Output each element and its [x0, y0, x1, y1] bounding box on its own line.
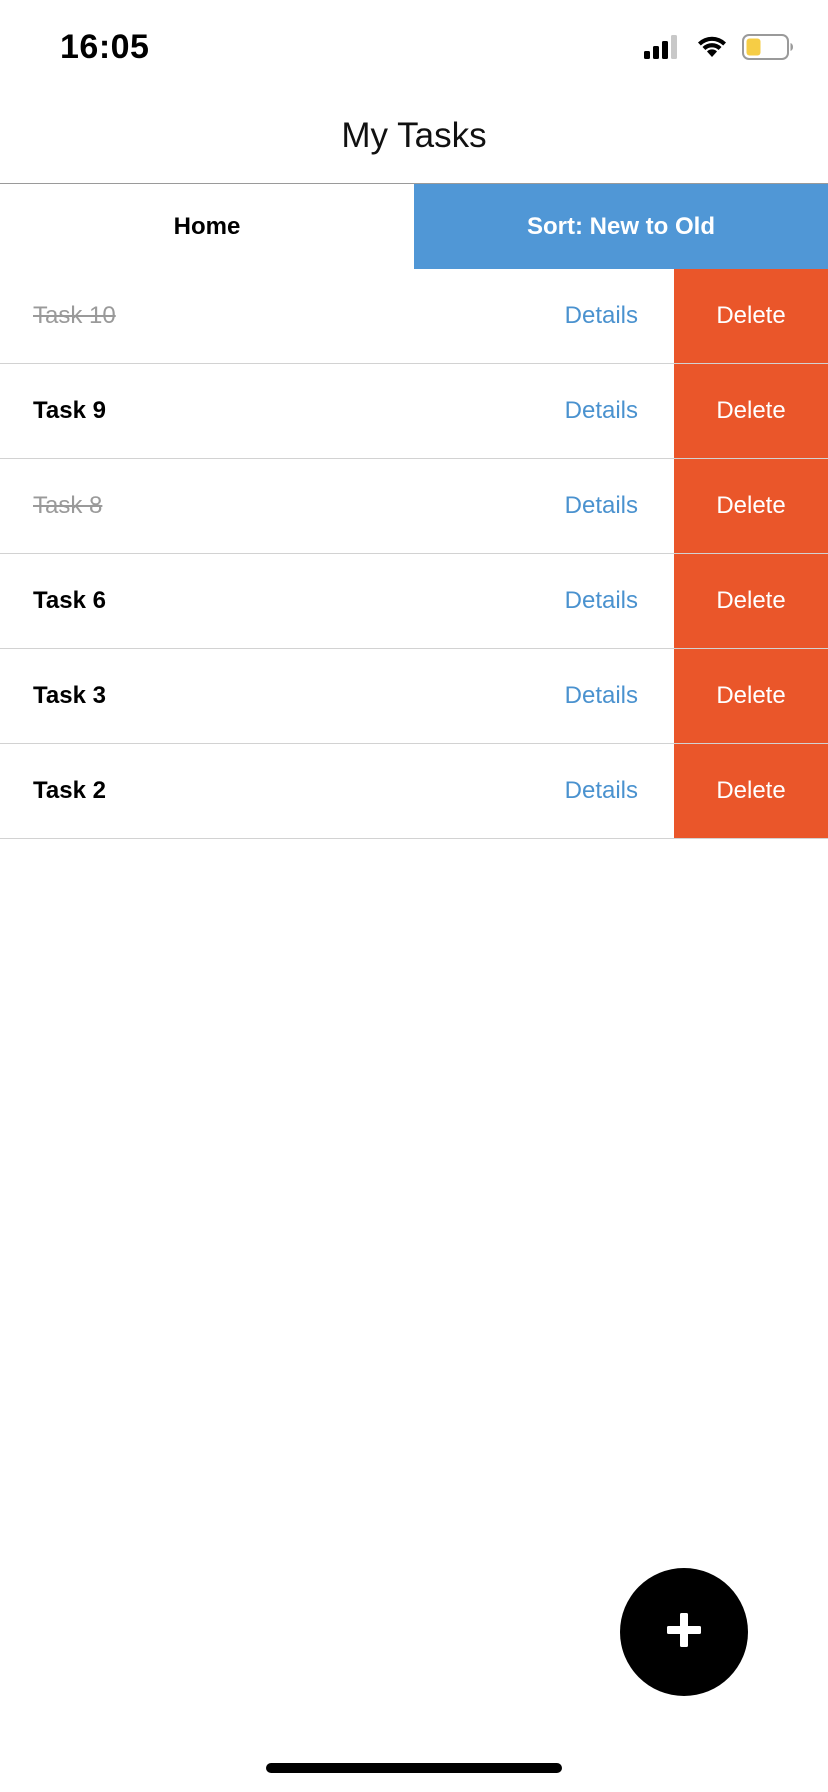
- plus-icon: [664, 1610, 704, 1655]
- tab-bar: Home Sort: New to Old: [0, 183, 828, 270]
- task-row[interactable]: Task 9 Details Delete: [0, 364, 828, 459]
- status-icons: [644, 33, 794, 65]
- status-bar: 16:05: [0, 0, 828, 96]
- task-row[interactable]: Task 2 Details Delete: [0, 744, 828, 839]
- delete-button[interactable]: Delete: [674, 364, 828, 458]
- task-name: Task 8: [33, 492, 103, 519]
- details-link[interactable]: Details: [565, 682, 638, 710]
- sort-toggle-button[interactable]: Sort: New to Old: [414, 184, 828, 270]
- task-row[interactable]: Task 3 Details Delete: [0, 649, 828, 744]
- task-row[interactable]: Task 6 Details Delete: [0, 554, 828, 649]
- details-link[interactable]: Details: [565, 777, 638, 805]
- delete-button[interactable]: Delete: [674, 649, 828, 743]
- task-row[interactable]: Task 8 Details Delete: [0, 459, 828, 554]
- details-link[interactable]: Details: [565, 397, 638, 425]
- delete-button[interactable]: Delete: [674, 459, 828, 553]
- details-link[interactable]: Details: [565, 302, 638, 330]
- home-indicator: [266, 1763, 562, 1773]
- task-list: Task 10 Details Delete Task 9 Details De…: [0, 269, 828, 839]
- tab-home[interactable]: Home: [0, 184, 414, 270]
- details-link[interactable]: Details: [565, 492, 638, 520]
- battery-icon: [742, 33, 794, 65]
- add-task-button[interactable]: [620, 1568, 748, 1696]
- task-name: Task 3: [33, 682, 106, 709]
- task-name: Task 6: [33, 587, 106, 614]
- task-name: Task 9: [33, 397, 106, 424]
- status-time: 16:05: [60, 28, 150, 66]
- cellular-signal-icon: [644, 34, 682, 64]
- delete-button[interactable]: Delete: [674, 269, 828, 363]
- delete-button[interactable]: Delete: [674, 744, 828, 838]
- task-name: Task 10: [33, 302, 116, 329]
- task-row[interactable]: Task 10 Details Delete: [0, 269, 828, 364]
- delete-button[interactable]: Delete: [674, 554, 828, 648]
- details-link[interactable]: Details: [565, 587, 638, 615]
- task-name: Task 2: [33, 777, 106, 804]
- page-title: My Tasks: [341, 116, 487, 155]
- wifi-icon: [696, 35, 728, 64]
